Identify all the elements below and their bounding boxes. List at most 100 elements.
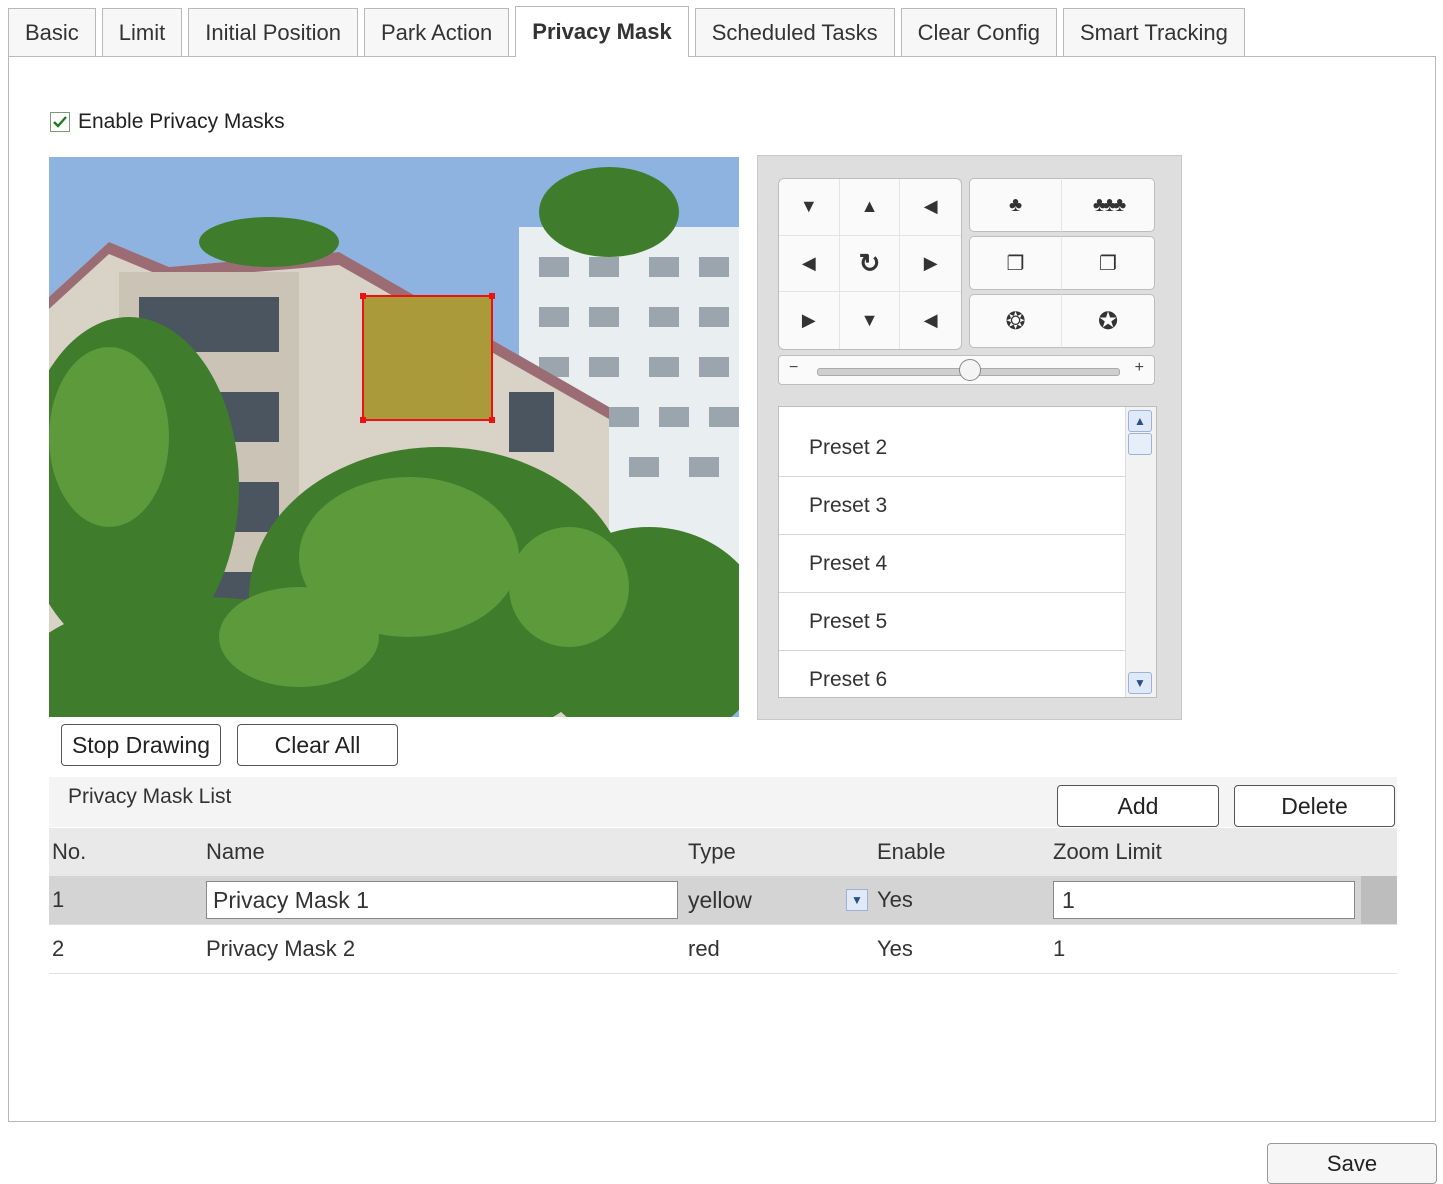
clear-all-button[interactable]: Clear All bbox=[237, 724, 398, 766]
column-header-no: No. bbox=[49, 828, 203, 876]
preset-list: Preset 2 Preset 3 Preset 4 Preset 5 Pres… bbox=[778, 406, 1157, 698]
save-button[interactable]: Save bbox=[1267, 1143, 1437, 1184]
chevron-down-icon[interactable]: ▼ bbox=[846, 889, 868, 911]
ptz-control-panel: ▼ ▲ ◀ ◀ ↻ ▶ ▶ ▼ ◀ ♣ ♣♣♣ ❐ ❐ ❂ ✪ − + Pres… bbox=[757, 155, 1182, 720]
row-enable: Yes bbox=[874, 876, 1050, 925]
mask-type-value: yellow bbox=[688, 886, 752, 913]
tab-privacy-mask[interactable]: Privacy Mask bbox=[515, 6, 689, 57]
arrow-right-icon: ▶ bbox=[923, 252, 938, 273]
tab-bar: Basic Limit Initial Position Park Action… bbox=[8, 6, 1251, 57]
mask-name-input[interactable]: Privacy Mask 1 bbox=[206, 881, 678, 919]
privacy-mask-table: No. Name Type Enable Zoom Limit 1 Privac… bbox=[49, 828, 1397, 974]
single-tree-icon: ♣ bbox=[1008, 193, 1023, 216]
focus-near-button[interactable]: ❐ bbox=[969, 236, 1062, 290]
arrow-up-left-icon: ◀ bbox=[923, 310, 938, 331]
mask-handle[interactable] bbox=[489, 417, 495, 423]
arrow-up-right-icon: ▶ bbox=[801, 310, 816, 331]
multi-tree-icon: ♣♣♣ bbox=[1092, 193, 1126, 216]
column-header-enable: Enable bbox=[874, 828, 1050, 876]
row-name-cell: Privacy Mask 1 bbox=[203, 876, 685, 925]
pan-down-right-button[interactable]: ◀ bbox=[900, 292, 961, 349]
tab-initial-position[interactable]: Initial Position bbox=[188, 8, 358, 56]
focus-far-button[interactable]: ❐ bbox=[1062, 236, 1155, 290]
enable-privacy-label: Enable Privacy Masks bbox=[78, 110, 285, 133]
row-no: 2 bbox=[49, 924, 203, 974]
plus-icon: + bbox=[1134, 359, 1144, 376]
row-type-cell: yellow ▼ bbox=[685, 876, 874, 925]
mask-handle[interactable] bbox=[360, 293, 366, 299]
scroll-up-button[interactable]: ▲ bbox=[1128, 410, 1152, 432]
row-zoom: 1 bbox=[1050, 924, 1361, 974]
pan-down-button[interactable]: ▼ bbox=[840, 292, 901, 349]
enable-privacy-row[interactable]: Enable Privacy Masks bbox=[50, 110, 285, 134]
zoom-out-button[interactable]: ♣♣♣ bbox=[1062, 178, 1155, 232]
column-header-type: Type bbox=[685, 828, 874, 876]
table-row[interactable]: 2 Privacy Mask 2 red Yes 1 bbox=[49, 924, 1397, 974]
pan-up-button[interactable]: ▲ bbox=[839, 179, 901, 236]
chevron-down-icon: ▼ bbox=[1134, 676, 1146, 690]
mask-handle[interactable] bbox=[360, 417, 366, 423]
scroll-down-button[interactable]: ▼ bbox=[1128, 672, 1152, 694]
tab-basic[interactable]: Basic bbox=[8, 8, 96, 56]
row-enable: Yes bbox=[874, 924, 1050, 974]
add-button[interactable]: Add bbox=[1057, 785, 1219, 827]
speed-knob[interactable] bbox=[958, 359, 981, 381]
table-header-row: No. Name Type Enable Zoom Limit bbox=[49, 828, 1397, 876]
arrow-down-icon: ▼ bbox=[860, 310, 879, 331]
preset-item[interactable]: Preset 6 bbox=[779, 651, 1126, 697]
enable-privacy-checkbox[interactable] bbox=[50, 112, 70, 132]
arrow-left-icon: ◀ bbox=[801, 252, 816, 273]
auto-pan-button[interactable]: ↻ bbox=[839, 235, 901, 293]
rotate-icon: ↻ bbox=[858, 247, 881, 278]
pan-right-button[interactable]: ▶ bbox=[900, 236, 961, 293]
minus-icon: − bbox=[789, 359, 799, 376]
ptz-lens-controls: ♣ ♣♣♣ ❐ ❐ ❂ ✪ bbox=[969, 178, 1155, 348]
column-header-zoom-limit: Zoom Limit bbox=[1050, 828, 1361, 876]
preset-item[interactable]: Preset 2 bbox=[779, 419, 1126, 477]
delete-button[interactable]: Delete bbox=[1234, 785, 1395, 827]
stop-drawing-button[interactable]: Stop Drawing bbox=[61, 724, 221, 766]
iris-open-icon: ❂ bbox=[1005, 307, 1026, 335]
pan-down-left-button[interactable]: ▶ bbox=[779, 292, 840, 349]
preset-item[interactable]: Preset 5 bbox=[779, 593, 1126, 651]
scroll-thumb[interactable] bbox=[1128, 433, 1152, 455]
zoom-limit-input[interactable]: 1 bbox=[1053, 881, 1355, 919]
tab-clear-config[interactable]: Clear Config bbox=[900, 8, 1057, 56]
pan-up-right-button[interactable]: ◀ bbox=[900, 179, 961, 236]
table-row[interactable]: 1 Privacy Mask 1 yellow ▼ Yes 1 bbox=[49, 876, 1397, 925]
row-zoom-cell: 1 bbox=[1050, 876, 1361, 925]
preset-scrollbar[interactable]: ▲ ▼ bbox=[1125, 407, 1156, 697]
check-icon bbox=[53, 116, 67, 128]
row-no: 1 bbox=[49, 876, 203, 925]
chevron-up-icon: ▲ bbox=[1134, 414, 1146, 428]
mask-handle[interactable] bbox=[489, 293, 495, 299]
tab-park-action[interactable]: Park Action bbox=[364, 8, 510, 56]
camera-scene bbox=[49, 157, 739, 717]
column-header-spacer bbox=[1361, 828, 1397, 876]
row-spacer bbox=[1361, 876, 1397, 925]
column-header-name: Name bbox=[203, 828, 685, 876]
pan-up-left-button[interactable]: ▼ bbox=[779, 179, 840, 236]
tab-scheduled-tasks[interactable]: Scheduled Tasks bbox=[694, 8, 895, 56]
tab-limit[interactable]: Limit bbox=[101, 8, 183, 56]
ptz-direction-pad: ▼ ▲ ◀ ◀ ↻ ▶ ▶ ▼ ◀ bbox=[778, 178, 962, 350]
tab-smart-tracking[interactable]: Smart Tracking bbox=[1062, 8, 1245, 56]
row-name: Privacy Mask 2 bbox=[203, 924, 685, 974]
arrow-down-left-icon: ◀ bbox=[923, 196, 938, 217]
arrow-up-icon: ▲ bbox=[860, 196, 879, 217]
ptz-speed-slider[interactable]: − + bbox=[778, 355, 1155, 385]
iris-open-button[interactable]: ❂ bbox=[969, 294, 1062, 348]
list-title: Privacy Mask List bbox=[68, 785, 232, 808]
iris-close-button[interactable]: ✪ bbox=[1062, 294, 1155, 348]
pan-left-button[interactable]: ◀ bbox=[779, 235, 840, 293]
focus-far-icon: ❐ bbox=[1099, 252, 1117, 275]
iris-close-icon: ✪ bbox=[1097, 307, 1119, 335]
preset-item[interactable]: Preset 3 bbox=[779, 477, 1126, 535]
preset-item[interactable]: Preset 4 bbox=[779, 535, 1126, 593]
focus-near-icon: ❐ bbox=[1006, 252, 1025, 275]
mask-type-select[interactable]: yellow ▼ bbox=[688, 887, 868, 914]
privacy-mask-region[interactable] bbox=[360, 293, 495, 423]
video-preview[interactable] bbox=[49, 157, 739, 717]
zoom-in-button[interactable]: ♣ bbox=[969, 178, 1062, 232]
arrow-down-right-icon: ▼ bbox=[799, 196, 818, 217]
